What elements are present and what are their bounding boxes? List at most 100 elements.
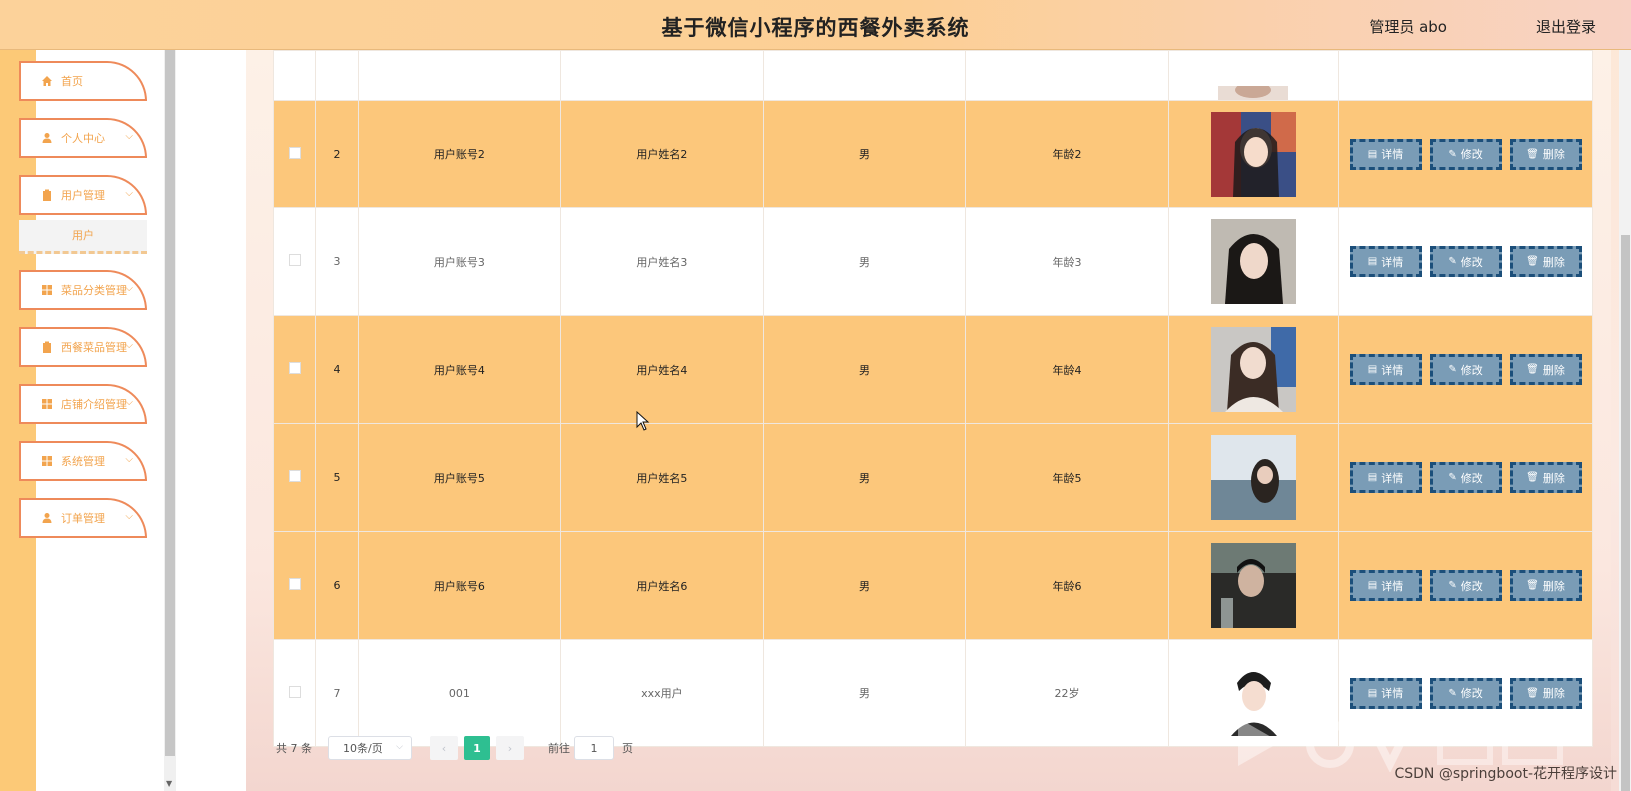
row-checkbox[interactable] xyxy=(288,254,301,266)
document-icon: ▤ xyxy=(1367,472,1378,483)
user-account: 用户账号2 xyxy=(357,100,562,208)
pencil-icon: ✎ xyxy=(1448,472,1457,483)
chevron-down-icon: ⌵ xyxy=(125,188,133,199)
grid-icon xyxy=(42,399,52,409)
row-checkbox[interactable] xyxy=(288,362,301,374)
sidebar-item-label: 订单管理 xyxy=(61,512,105,525)
grid-icon xyxy=(42,456,52,466)
delete-button[interactable]: 🗑 删除 xyxy=(1509,354,1582,385)
trash-icon: 🗑 xyxy=(1526,256,1539,267)
sidebar-scrollbar-thumb[interactable] xyxy=(165,50,175,756)
table-row: 6 用户账号6 用户姓名6 男 年龄6 ▤ 详情 ✎ 修改 🗑 删除 xyxy=(272,531,1593,640)
scroll-down-arrow-icon[interactable]: ▼ xyxy=(166,779,172,788)
delete-button[interactable]: 🗑 删除 xyxy=(1509,246,1582,277)
logout-link[interactable]: 退出登录 xyxy=(1536,16,1596,37)
chevron-down-icon: ⌵ xyxy=(125,397,133,408)
user-gender: 男 xyxy=(762,531,967,640)
edit-button[interactable]: ✎ 修改 xyxy=(1429,570,1502,601)
chevron-down-icon: ⌵ xyxy=(125,454,133,465)
sidebar-item-system[interactable]: 系统管理 ⌵ xyxy=(19,441,147,481)
pagination: 共 7 条 10条/页 ⌵ ‹ 1 › 前往 页 xyxy=(276,736,633,760)
edit-button[interactable]: ✎ 修改 xyxy=(1429,677,1502,709)
sidebar-subitem-users[interactable]: 用户 xyxy=(19,220,147,254)
content-area: 2 用户账号2 用户姓名2 男 年龄2 ▤ 详情 ✎ 修改 🗑 删除 3 用户账… xyxy=(246,50,1611,791)
user-name: 用户姓名3 xyxy=(560,207,764,316)
user-gender: 男 xyxy=(762,100,967,208)
detail-button[interactable]: ▤ 详情 xyxy=(1349,246,1422,277)
edit-button[interactable]: ✎ 修改 xyxy=(1429,246,1502,277)
main-scrollbar[interactable] xyxy=(1619,50,1631,791)
detail-button[interactable]: ▤ 详情 xyxy=(1349,354,1422,385)
next-page-button[interactable]: › xyxy=(496,736,524,760)
chevron-down-icon: ⌵ xyxy=(125,511,133,522)
edit-button[interactable]: ✎ 修改 xyxy=(1429,138,1502,170)
avatar-photo-partial xyxy=(1218,86,1289,100)
chevron-down-icon: ⌵ xyxy=(125,340,133,351)
clipboard-icon xyxy=(43,341,51,353)
table-row: 4 用户账号4 用户姓名4 男 年龄4 ▤ 详情 ✎ 修改 🗑 删除 xyxy=(272,315,1593,424)
sidebar-item-personal-center[interactable]: 个人中心 ⌵ xyxy=(19,118,147,158)
edit-button[interactable]: ✎ 修改 xyxy=(1429,462,1502,493)
page-number-current[interactable]: 1 xyxy=(464,736,490,760)
user-avatar xyxy=(1210,219,1296,304)
user-age: 年龄2 xyxy=(965,100,1169,208)
row-checkbox[interactable] xyxy=(288,685,301,698)
user-age: 年龄6 xyxy=(965,531,1169,640)
goto-label: 前往 xyxy=(548,742,570,755)
delete-button[interactable]: 🗑 删除 xyxy=(1509,138,1582,170)
user-age: 年龄5 xyxy=(965,423,1169,532)
sidebar-item-user-management[interactable]: 用户管理 ⌵ xyxy=(19,175,147,215)
delete-button[interactable]: 🗑 删除 xyxy=(1509,677,1582,709)
user-name: 用户姓名5 xyxy=(560,423,764,532)
document-icon: ▤ xyxy=(1367,256,1378,267)
trash-icon: 🗑 xyxy=(1526,472,1539,483)
sidebar-item-home[interactable]: 首页 xyxy=(19,61,147,101)
detail-button[interactable]: ▤ 详情 xyxy=(1349,677,1422,709)
user-gender: 男 xyxy=(762,315,967,424)
document-icon: ▤ xyxy=(1367,364,1378,375)
main-scrollbar-thumb[interactable] xyxy=(1621,235,1630,791)
delete-button[interactable]: 🗑 删除 xyxy=(1509,462,1582,493)
table-row: 3 用户账号3 用户姓名3 男 年龄3 ▤ 详情 ✎ 修改 🗑 删除 xyxy=(272,207,1593,316)
total-count: 共 7 条 xyxy=(276,742,312,755)
user-avatar xyxy=(1210,327,1296,412)
content-gutter xyxy=(176,50,246,791)
user-table: 2 用户账号2 用户姓名2 男 年龄2 ▤ 详情 ✎ 修改 🗑 删除 3 用户账… xyxy=(272,50,1593,747)
user-icon xyxy=(42,133,52,143)
row-checkbox[interactable] xyxy=(288,578,301,590)
chevron-right-icon: › xyxy=(507,741,513,755)
row-index: 7 xyxy=(315,639,359,747)
sidebar-item-label: 系统管理 xyxy=(61,455,105,468)
user-age: 年龄3 xyxy=(965,207,1169,316)
home-icon xyxy=(42,76,52,86)
detail-button[interactable]: ▤ 详情 xyxy=(1349,570,1422,601)
sidebar-item-label: 店铺介绍管理 xyxy=(61,398,127,411)
pencil-icon: ✎ xyxy=(1448,364,1457,375)
chevron-down-icon: ⌵ xyxy=(125,131,133,142)
sidebar-item-label: 西餐菜品管理 xyxy=(61,341,127,354)
user-gender: 男 xyxy=(762,423,967,532)
sidebar-item-label: 个人中心 xyxy=(61,132,105,145)
user-account: 用户账号4 xyxy=(357,315,562,424)
row-checkbox[interactable] xyxy=(288,146,301,159)
detail-button[interactable]: ▤ 详情 xyxy=(1349,462,1422,493)
page-size-select[interactable]: 10条/页 ⌵ xyxy=(328,736,412,760)
delete-button[interactable]: 🗑 删除 xyxy=(1509,570,1582,601)
clipboard-icon xyxy=(43,189,51,201)
sidebar-item-dish-category[interactable]: 菜品分类管理 ⌵ xyxy=(19,270,147,310)
edit-button[interactable]: ✎ 修改 xyxy=(1429,354,1502,385)
row-index: 6 xyxy=(315,531,359,640)
row-checkbox[interactable] xyxy=(288,470,301,482)
row-index: 2 xyxy=(315,100,359,208)
user-icon xyxy=(42,513,52,523)
prev-page-button[interactable]: ‹ xyxy=(430,736,458,760)
detail-button[interactable]: ▤ 详情 xyxy=(1349,138,1422,170)
user-account: 001 xyxy=(357,639,562,747)
sidebar-item-shop-intro[interactable]: 店铺介绍管理 ⌵ xyxy=(19,384,147,424)
sidebar-item-orders[interactable]: 订单管理 ⌵ xyxy=(19,498,147,538)
user-name: xxx用户 xyxy=(560,639,764,747)
goto-page-input[interactable] xyxy=(574,736,614,760)
sidebar-item-western-dish[interactable]: 西餐菜品管理 ⌵ xyxy=(19,327,147,367)
table-row: 5 用户账号5 用户姓名5 男 年龄5 ▤ 详情 ✎ 修改 🗑 删除 xyxy=(272,423,1593,532)
sidebar-scrollbar[interactable]: ▼ xyxy=(164,50,176,791)
